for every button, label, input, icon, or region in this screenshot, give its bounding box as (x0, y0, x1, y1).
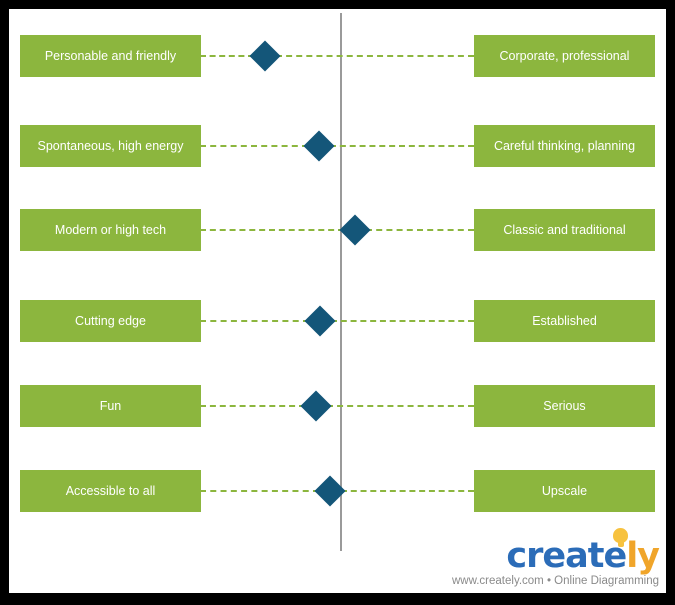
connector-dashed-right (327, 405, 474, 407)
connector-dashed-left (200, 229, 344, 231)
diagram-stage: Personable and friendly Corporate, profes… (9, 9, 666, 593)
right-attribute-box[interactable]: Upscale (474, 470, 655, 512)
logo-wordmark: creately (506, 536, 660, 576)
spectrum-row: Cutting edge Established (9, 300, 666, 342)
left-attribute-box[interactable]: Accessible to all (20, 470, 201, 512)
marker-fun-serious[interactable] (300, 390, 332, 422)
connector-dashed-left (200, 55, 254, 57)
marker-cuttingedge-established[interactable] (304, 305, 336, 337)
connector-dashed-right (366, 229, 474, 231)
connector-dashed-left (200, 145, 308, 147)
logo-tagline: www.creately.com • Online Diagramming (451, 575, 659, 587)
creately-logo[interactable]: creately www.creately.com • Online Diagr… (439, 525, 660, 587)
spectrum-row: Modern or high tech Classic and tradition… (9, 209, 666, 251)
connector-dashed-right (330, 145, 474, 147)
right-attribute-box[interactable]: Careful thinking, planning (474, 125, 655, 167)
right-attribute-box[interactable]: Classic and traditional (474, 209, 655, 251)
connector-dashed-right (341, 490, 474, 492)
spectrum-row: Accessible to all Upscale (9, 470, 666, 512)
left-attribute-box[interactable]: Personable and friendly (20, 35, 201, 77)
diagram-canvas: Personable and friendly Corporate, profes… (0, 0, 675, 605)
marker-modern-classic[interactable] (339, 214, 371, 246)
connector-dashed-left (200, 405, 305, 407)
marker-accessible-upscale[interactable] (314, 475, 346, 507)
right-attribute-box[interactable]: Serious (474, 385, 655, 427)
spectrum-row: Personable and friendly Corporate, profes… (9, 35, 666, 77)
logo-ly-text: ly (626, 536, 660, 576)
connector-dashed-left (200, 490, 319, 492)
spectrum-row: Spontaneous, high energy Careful thinking… (9, 125, 666, 167)
marker-spontaneous-careful[interactable] (303, 130, 335, 162)
left-attribute-box[interactable]: Fun (20, 385, 201, 427)
right-attribute-box[interactable]: Corporate, professional (474, 35, 655, 77)
spectrum-row: Fun Serious (9, 385, 666, 427)
marker-personable-corporate[interactable] (249, 40, 281, 72)
logo-create-text: create (506, 536, 627, 576)
left-attribute-box[interactable]: Spontaneous, high energy (20, 125, 201, 167)
left-attribute-box[interactable]: Cutting edge (20, 300, 201, 342)
left-attribute-box[interactable]: Modern or high tech (20, 209, 201, 251)
right-attribute-box[interactable]: Established (474, 300, 655, 342)
connector-dashed-right (331, 320, 474, 322)
connector-dashed-right (276, 55, 474, 57)
connector-dashed-left (200, 320, 309, 322)
